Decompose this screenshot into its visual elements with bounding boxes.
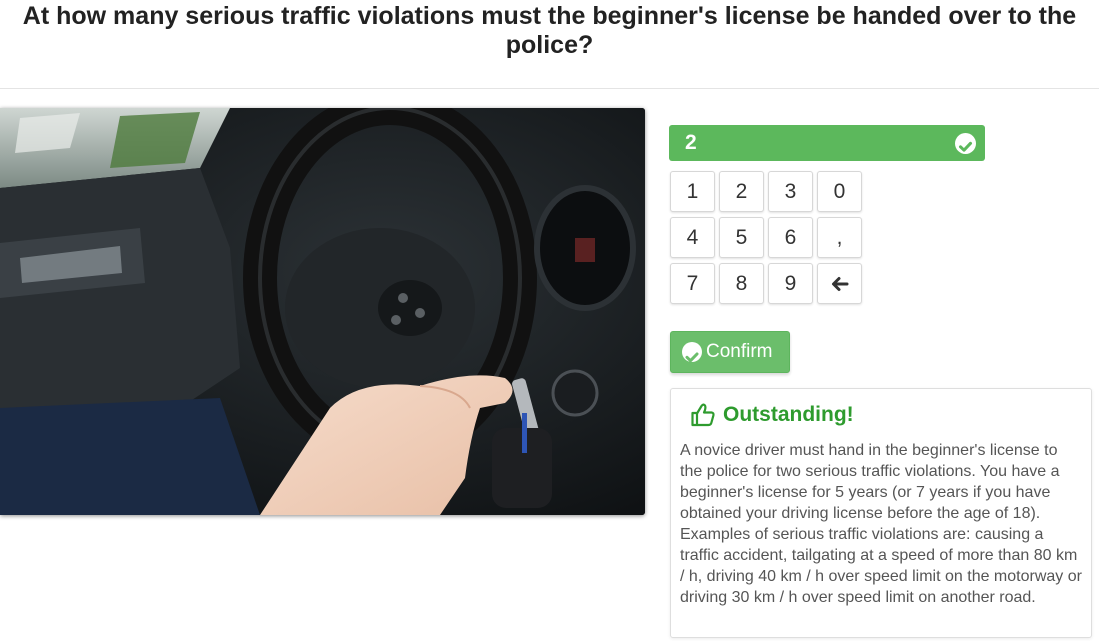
- check-circle-icon: [955, 133, 976, 154]
- feedback-heading: Outstanding!: [690, 402, 854, 428]
- feedback-title: Outstanding!: [723, 403, 854, 426]
- key-3[interactable]: 3: [768, 171, 813, 212]
- question-title: At how many serious traffic violations m…: [22, 2, 1077, 59]
- question-photo: [0, 108, 645, 515]
- key-0[interactable]: 0: [817, 171, 862, 212]
- answer-value: 2: [685, 131, 697, 154]
- key-2[interactable]: 2: [719, 171, 764, 212]
- key-8[interactable]: 8: [719, 263, 764, 304]
- key-9[interactable]: 9: [768, 263, 813, 304]
- key-4[interactable]: 4: [670, 217, 715, 258]
- key-comma[interactable]: ,: [817, 217, 862, 258]
- arrow-left-icon: [831, 277, 848, 291]
- thumbs-up-icon: [691, 403, 715, 427]
- feedback-panel: Outstanding! A novice driver must hand i…: [670, 388, 1092, 638]
- backspace-button[interactable]: [817, 263, 862, 304]
- key-1[interactable]: 1: [670, 171, 715, 212]
- steering-wheel-photo: [0, 108, 645, 515]
- check-circle-icon: [682, 342, 702, 363]
- confirm-button[interactable]: Confirm: [670, 331, 790, 373]
- answer-display: 2: [669, 125, 985, 161]
- header-divider: [0, 88, 1099, 89]
- feedback-explanation: A novice driver must hand in the beginne…: [680, 442, 1082, 606]
- key-7[interactable]: 7: [670, 263, 715, 304]
- key-6[interactable]: 6: [768, 217, 813, 258]
- key-5[interactable]: 5: [719, 217, 764, 258]
- confirm-label: Confirm: [706, 341, 773, 362]
